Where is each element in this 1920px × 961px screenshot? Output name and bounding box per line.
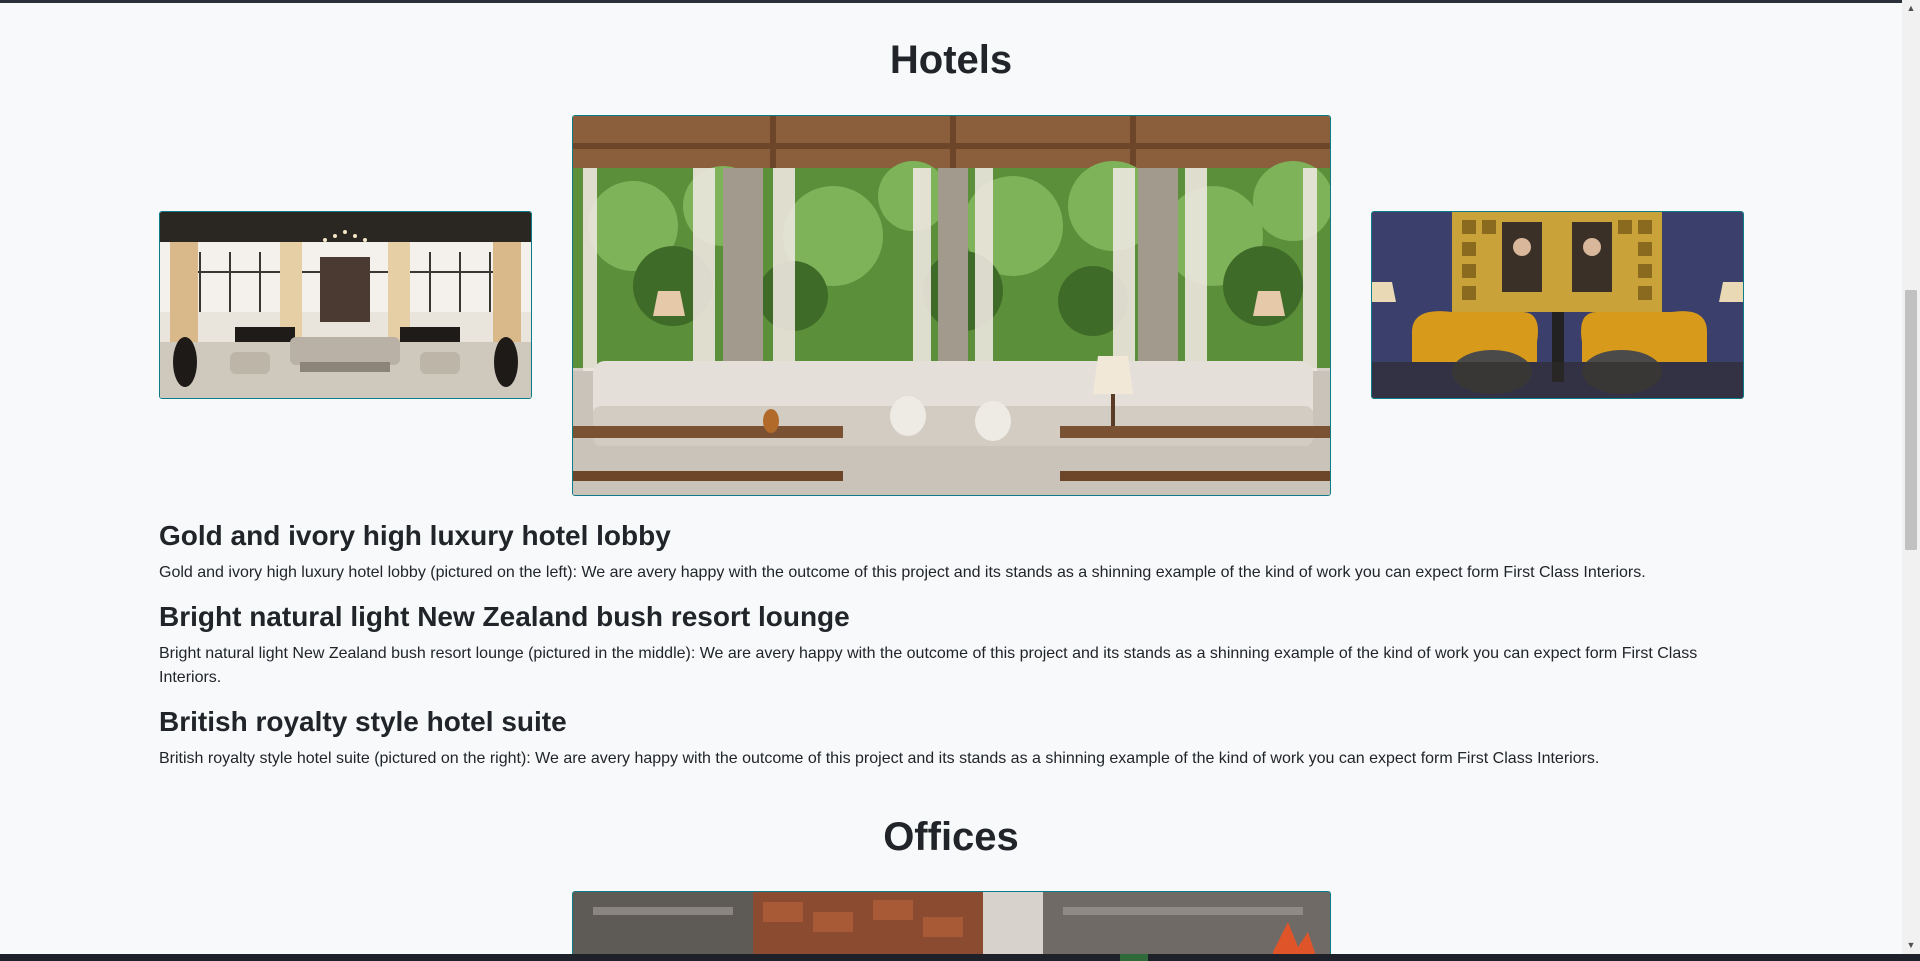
item-title-royalty-suite: British royalty style hotel suite [159,706,567,737]
taskbar-accent [1120,954,1148,961]
item-title-resort-lounge: Bright natural light New Zealand bush re… [159,601,850,632]
office-illustration [573,892,1330,961]
resort-lounge-image[interactable] [572,115,1331,496]
item-description-royalty-suite: British royalty style hotel suite (pictu… [159,750,1600,767]
hotels-heading: Hotels [889,38,1013,82]
scroll-down-arrow-icon[interactable]: ▼ [1902,937,1920,954]
offices-heading: Offices [883,815,1019,859]
item-description-resort-lounge: Bright natural light New Zealand bush re… [159,645,1698,686]
item-description-lobby: Gold and ivory high luxury hotel lobby (… [159,564,1646,581]
royalty-suite-image[interactable] [1371,211,1744,399]
hotel-lobby-illustration [160,212,531,398]
page-content: Hotels Gold and ivory high luxury hotel … [0,0,1902,961]
office-image[interactable] [572,891,1331,961]
taskbar-edge [0,954,1920,961]
scroll-up-arrow-icon[interactable]: ▲ [1902,0,1920,17]
scrollbar-thumb[interactable] [1905,290,1917,550]
resort-lounge-illustration [573,116,1330,495]
vertical-scrollbar[interactable]: ▲ ▼ [1902,0,1920,954]
item-title-lobby: Gold and ivory high luxury hotel lobby [159,520,671,551]
royalty-suite-illustration [1372,212,1743,398]
hotel-lobby-image[interactable] [159,211,532,399]
